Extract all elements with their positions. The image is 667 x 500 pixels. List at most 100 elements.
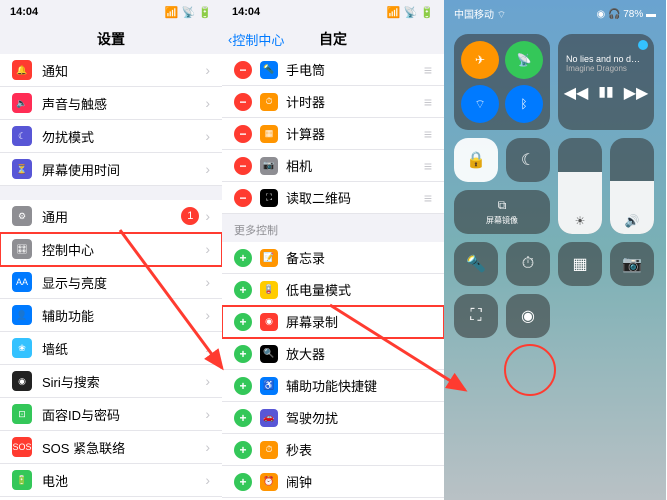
remove-button[interactable]: −: [234, 61, 252, 79]
flashlight-button[interactable]: 🔦: [454, 242, 498, 286]
access-icon: ♿: [260, 377, 278, 395]
settings-row[interactable]: 🎛 控制中心 ›: [0, 233, 222, 266]
media-artist: Imagine Dragons: [566, 64, 627, 73]
magnify-icon: 🔍: [260, 345, 278, 363]
control-row[interactable]: + 🚗 驾驶勿扰: [222, 402, 444, 434]
control-row[interactable]: − ▦ 计算器 ≡: [222, 118, 444, 150]
camera-button[interactable]: 📷: [610, 242, 654, 286]
row-label: 面容ID与密码: [42, 405, 205, 424]
cellular-toggle[interactable]: 📡: [505, 41, 543, 79]
media-tile[interactable]: No lies and no d… Imagine Dragons ◀◀ ▮▮ …: [558, 34, 654, 130]
reorder-handle[interactable]: ≡: [424, 158, 432, 174]
calculator-button[interactable]: ▦: [558, 242, 602, 286]
alarm-icon: ⏰: [260, 473, 278, 491]
back-button[interactable]: ‹ 控制中心: [228, 30, 284, 49]
screen-mirroring-tile[interactable]: ⧉ 屏幕镜像: [454, 190, 550, 234]
chevron-right-icon: ›: [205, 406, 210, 422]
speaker-icon: 🔊: [610, 214, 654, 228]
row-label: 闹钟: [286, 472, 432, 491]
control-row[interactable]: − ⛶ 读取二维码 ≡: [222, 182, 444, 214]
row-label: 辅助功能: [42, 306, 205, 325]
control-center-screen: 中国移动 ⌔ ◉ 🎧 78% ▬ ✈ 📡 ⌔ ᛒ No lies and no …: [444, 0, 666, 500]
camera-icon: 📷: [622, 254, 642, 274]
settings-row[interactable]: ❀ 墙纸 ›: [0, 332, 222, 365]
settings-row[interactable]: ◉ Siri与搜索 ›: [0, 365, 222, 398]
chevron-right-icon: ›: [205, 307, 210, 323]
settings-row[interactable]: ☾ 勿扰模式 ›: [0, 120, 222, 153]
badge: 1: [181, 207, 199, 225]
car-icon: 🚗: [260, 409, 278, 427]
reorder-handle[interactable]: ≡: [424, 190, 432, 206]
reorder-handle[interactable]: ≡: [424, 94, 432, 110]
settings-row[interactable]: ⊡ 面容ID与密码 ›: [0, 398, 222, 431]
add-button[interactable]: +: [234, 473, 252, 491]
settings-row[interactable]: 🔋 电池 ›: [0, 464, 222, 497]
control-row[interactable]: + ⏰ 闹钟: [222, 466, 444, 498]
control-row[interactable]: + ⏱ 秒表: [222, 434, 444, 466]
remove-button[interactable]: −: [234, 157, 252, 175]
qr-scan-button[interactable]: ⛶: [454, 294, 498, 338]
row-label: 辅助功能快捷键: [286, 376, 432, 395]
settings-row[interactable]: ⏳ 屏幕使用时间 ›: [0, 153, 222, 186]
bluetooth-toggle[interactable]: ᛒ: [505, 85, 543, 123]
flash-icon: 🔦: [260, 61, 278, 79]
wifi-toggle[interactable]: ⌔: [461, 85, 499, 123]
carrier-label: 中国移动: [454, 10, 494, 21]
add-button[interactable]: +: [234, 281, 252, 299]
settings-list[interactable]: 🔔 通知 › 🔈 声音与触感 › ☾ 勿扰模式 › ⏳ 屏幕使用时间 › ⚙ 通…: [0, 54, 222, 500]
screen-record-button[interactable]: ◉: [506, 294, 550, 338]
settings-row[interactable]: SOS SOS 紧急联络 ›: [0, 431, 222, 464]
play-pause-button[interactable]: ▮▮: [598, 83, 613, 103]
add-button[interactable]: +: [234, 345, 252, 363]
media-title: No lies and no d…: [566, 54, 646, 64]
customize-screen: 14:04 📶 📡 🔋 ‹ 控制中心 自定 − 🔦 手电筒 ≡ − ⏱ 计时器 …: [222, 0, 444, 500]
chevron-right-icon: ›: [205, 62, 210, 78]
siri-icon: ◉: [12, 371, 32, 391]
chevron-right-icon: ›: [205, 439, 210, 455]
control-row[interactable]: + ◉ 屏幕录制: [222, 306, 444, 338]
control-row[interactable]: + ♿ 辅助功能快捷键: [222, 370, 444, 402]
add-button[interactable]: +: [234, 249, 252, 267]
status-bar: 中国移动 ⌔ ◉ 🎧 78% ▬: [444, 0, 666, 28]
add-button[interactable]: +: [234, 377, 252, 395]
prev-track-button[interactable]: ◀◀: [564, 83, 589, 103]
control-row[interactable]: − ⏱ 计时器 ≡: [222, 86, 444, 118]
remove-button[interactable]: −: [234, 125, 252, 143]
airplane-icon: ✈: [475, 53, 485, 67]
add-button[interactable]: +: [234, 441, 252, 459]
chevron-right-icon: ›: [205, 472, 210, 488]
lowbatt-icon: 🪫: [260, 281, 278, 299]
brightness-slider[interactable]: ☀: [558, 138, 602, 234]
control-row[interactable]: + 📝 备忘录: [222, 242, 444, 274]
control-row[interactable]: + 🔍 放大器: [222, 338, 444, 370]
control-row[interactable]: − 🔦 手电筒 ≡: [222, 54, 444, 86]
row-label: 计时器: [286, 92, 424, 111]
reorder-handle[interactable]: ≡: [424, 126, 432, 142]
settings-row[interactable]: 🔔 通知 ›: [0, 54, 222, 87]
timer-button[interactable]: ⏱: [506, 242, 550, 286]
control-row[interactable]: + 🪫 低电量模式: [222, 274, 444, 306]
settings-row[interactable]: 👤 辅助功能 ›: [0, 299, 222, 332]
sun-icon: ☀: [558, 214, 602, 228]
rotation-lock-toggle[interactable]: 🔒: [454, 138, 498, 182]
remove-button[interactable]: −: [234, 93, 252, 111]
reorder-handle[interactable]: ≡: [424, 62, 432, 78]
row-label: 驾驶勿扰: [286, 408, 432, 427]
add-button[interactable]: +: [234, 409, 252, 427]
row-label: SOS 紧急联络: [42, 438, 205, 457]
control-row[interactable]: − 📷 相机 ≡: [222, 150, 444, 182]
hourglass-icon: ⏳: [12, 159, 32, 179]
airplay-icon: [638, 40, 648, 50]
row-label: 声音与触感: [42, 94, 205, 113]
do-not-disturb-toggle[interactable]: ☾: [506, 138, 550, 182]
remove-button[interactable]: −: [234, 189, 252, 207]
airplane-toggle[interactable]: ✈: [461, 41, 499, 79]
volume-slider[interactable]: 🔊: [610, 138, 654, 234]
next-track-button[interactable]: ▶▶: [624, 83, 649, 103]
add-button[interactable]: +: [234, 313, 252, 331]
settings-row[interactable]: ⚙ 通用 1 ›: [0, 200, 222, 233]
settings-row[interactable]: 🔈 声音与触感 ›: [0, 87, 222, 120]
settings-row[interactable]: AA 显示与亮度 ›: [0, 266, 222, 299]
navbar: 设置: [0, 24, 222, 54]
connectivity-tile[interactable]: ✈ 📡 ⌔ ᛒ: [454, 34, 550, 130]
